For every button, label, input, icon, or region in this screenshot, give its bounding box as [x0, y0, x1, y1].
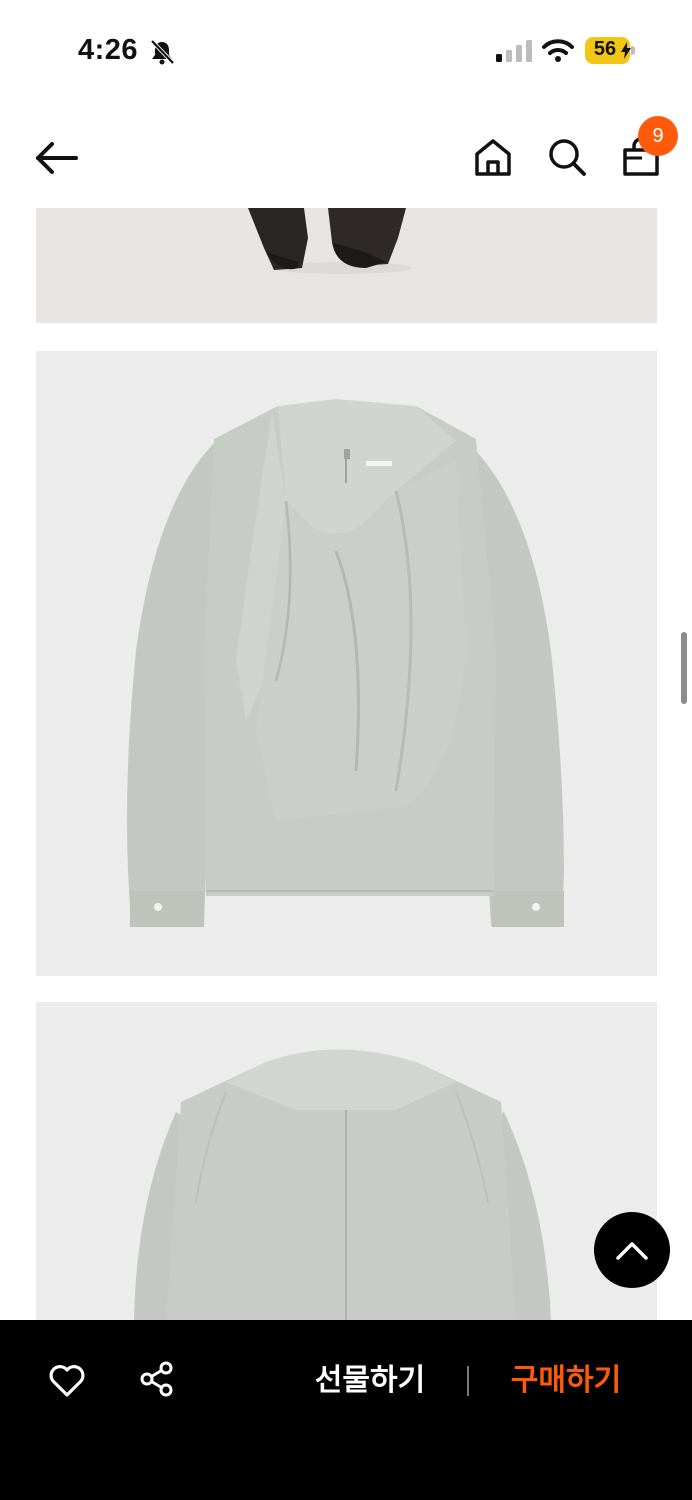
- battery-charging-icon: 56: [585, 37, 635, 64]
- heart-icon[interactable]: [48, 1362, 86, 1398]
- cellular-signal-icon: [496, 40, 532, 62]
- cart-count-badge: 9: [638, 116, 678, 156]
- blouse-back-photo: [36, 1002, 657, 1322]
- arrow-left-icon[interactable]: [30, 138, 82, 178]
- scroll-to-top-button[interactable]: [594, 1212, 670, 1288]
- search-icon[interactable]: [546, 136, 588, 178]
- blouse-front-photo: [36, 351, 657, 976]
- battery-level: 56: [593, 38, 617, 60]
- scroll-indicator[interactable]: [681, 632, 687, 704]
- bell-slash-icon: [150, 39, 175, 65]
- button-divider: [467, 1366, 469, 1396]
- chevron-up-icon: [616, 1242, 648, 1260]
- battery-cap: [631, 46, 635, 55]
- home-icon[interactable]: [472, 136, 514, 178]
- status-time: 4:26: [78, 34, 139, 66]
- model-legs-photo: [36, 208, 657, 323]
- share-icon[interactable]: [138, 1360, 176, 1398]
- top-navigation: 9: [0, 110, 692, 206]
- buy-button[interactable]: 구매하기: [496, 1358, 636, 1404]
- status-bar: 4:26 56: [0, 0, 692, 100]
- wifi-icon: [542, 39, 574, 62]
- purchase-bar: 선물하기 구매하기: [0, 1320, 692, 1500]
- lightning-icon: [621, 42, 631, 59]
- gift-button[interactable]: 선물하기: [300, 1358, 440, 1404]
